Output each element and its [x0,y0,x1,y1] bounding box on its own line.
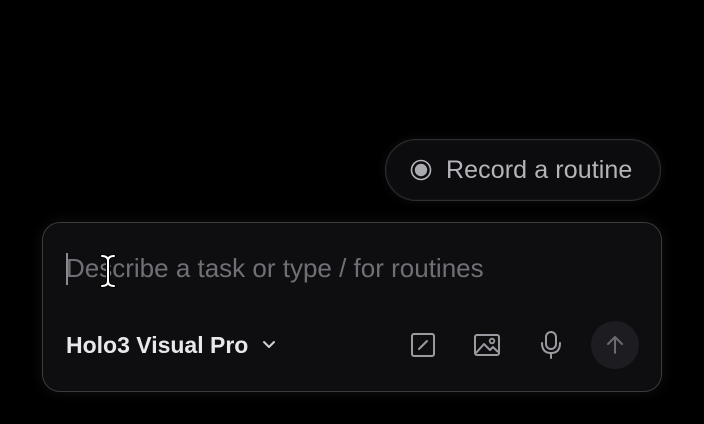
edit-icon [411,333,435,357]
task-input[interactable] [66,245,626,291]
microphone-button[interactable] [527,321,575,369]
image-icon [474,334,500,356]
record-routine-button[interactable]: Record a routine [385,139,661,201]
record-icon [410,159,432,181]
app-canvas: Record a routine Holo3 Visual Pro [0,0,704,424]
microphone-icon [541,331,561,359]
composer-tools [383,321,639,369]
task-composer: Holo3 Visual Pro [42,222,662,392]
arrow-up-icon [607,336,623,354]
composer-toolbar: Holo3 Visual Pro [66,321,639,369]
chevron-down-icon [262,338,276,352]
record-routine-label: Record a routine [446,155,633,184]
image-button[interactable] [463,321,511,369]
model-label: Holo3 Visual Pro [66,331,249,358]
edit-button[interactable] [399,321,447,369]
send-button[interactable] [591,321,639,369]
model-selector[interactable]: Holo3 Visual Pro [66,332,276,359]
